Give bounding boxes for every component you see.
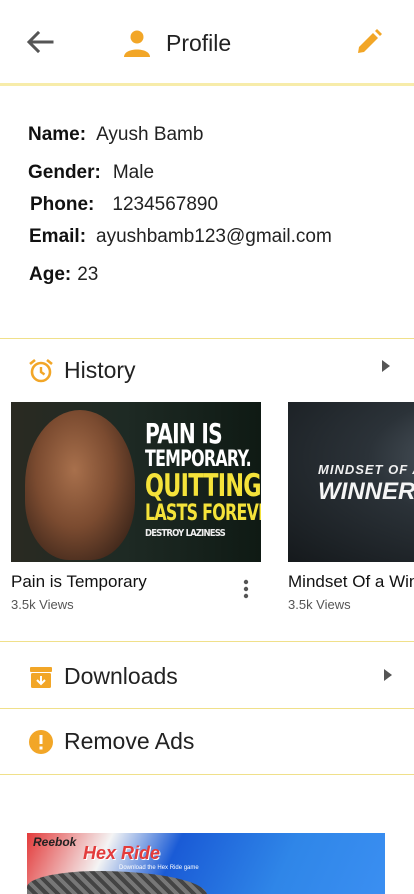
thumbnail-line: WINNER	[318, 478, 414, 505]
alarm-clock-icon	[29, 358, 53, 383]
profile-info: Name: Ayush Bamb Gender: Male Phone: 123…	[0, 89, 414, 339]
chevron-right-icon	[384, 669, 392, 681]
name-value: Ayush Bamb	[96, 124, 204, 145]
email-value: ayushbamb123@gmail.com	[96, 226, 332, 247]
ad-brand: Reebok	[33, 835, 77, 849]
history-carousel[interactable]: PAIN IS TEMPORARY. QUITTING LASTS FOREVE…	[0, 402, 414, 642]
ad-headline: Hex Ride	[83, 843, 161, 863]
thumbnail-line: PAIN IS	[145, 417, 223, 450]
remove-ads-section[interactable]: Remove Ads	[0, 709, 414, 775]
history-card[interactable]: PAIN IS TEMPORARY. QUITTING LASTS FOREVE…	[11, 402, 261, 612]
shoe-image	[27, 871, 207, 894]
phone-label: Phone:	[30, 194, 95, 215]
app-bar: Profile	[0, 0, 414, 86]
history-card[interactable]: MINDSET OF A WINNER Mindset Of a Winner …	[288, 402, 414, 612]
downloads-label: Downloads	[64, 663, 178, 689]
chevron-right-icon	[382, 360, 390, 372]
phone-row: Phone: 1234567890	[30, 194, 218, 216]
age-value: 23	[77, 264, 99, 285]
ad-banner[interactable]: Reebok Hex Ride Download the Hex Ride ga…	[27, 833, 385, 894]
email-row: Email: ayushbamb123@gmail.com	[29, 226, 332, 248]
video-title: Mindset Of a Winner	[288, 572, 414, 591]
more-vert-icon[interactable]	[241, 578, 251, 600]
thumbnail-line: DESTROY LAZINESS	[145, 528, 226, 540]
ad-subtext: Download the Hex Ride game	[119, 865, 199, 871]
thumbnail-line: MINDSET OF A	[318, 462, 414, 477]
thumbnail-line: QUITTING	[145, 467, 261, 504]
arrow-back-icon	[26, 30, 54, 54]
alert-circle-icon	[29, 730, 53, 754]
remove-ads-label: Remove Ads	[64, 728, 195, 754]
age-row: Age: 23	[29, 264, 98, 286]
person-icon	[124, 30, 150, 57]
page-title: Profile	[166, 29, 232, 56]
video-views: 3.5k Views	[11, 597, 74, 612]
email-label: Email:	[29, 226, 87, 247]
gender-value: Male	[112, 162, 155, 183]
age-label: Age:	[29, 264, 72, 285]
gender-label: Gender:	[28, 162, 101, 183]
name-label: Name:	[28, 124, 87, 145]
download-box-icon	[30, 667, 52, 688]
gender-row: Gender: Male	[28, 162, 154, 184]
downloads-section[interactable]: Downloads	[0, 643, 414, 709]
portrait-image	[25, 410, 135, 560]
video-thumbnail[interactable]: PAIN IS TEMPORARY. QUITTING LASTS FOREVE…	[11, 402, 261, 562]
thumbnail-text: PAIN IS TEMPORARY. QUITTING LASTS FOREVE…	[145, 417, 261, 540]
history-label: History	[64, 357, 136, 383]
app-title: Profile	[122, 26, 231, 60]
thumbnail-line: LASTS FOREVER.	[145, 500, 261, 526]
phone-value: 1234567890	[112, 194, 219, 215]
name-row: Name: Ayush Bamb	[28, 124, 203, 146]
video-title: Pain is Temporary	[11, 572, 147, 591]
video-views: 3.5k Views	[288, 597, 351, 612]
edit-button[interactable]	[354, 27, 384, 57]
video-thumbnail[interactable]: MINDSET OF A WINNER	[288, 402, 414, 562]
back-button[interactable]	[22, 27, 58, 57]
history-section[interactable]: History	[0, 340, 414, 402]
pencil-icon	[358, 29, 382, 53]
